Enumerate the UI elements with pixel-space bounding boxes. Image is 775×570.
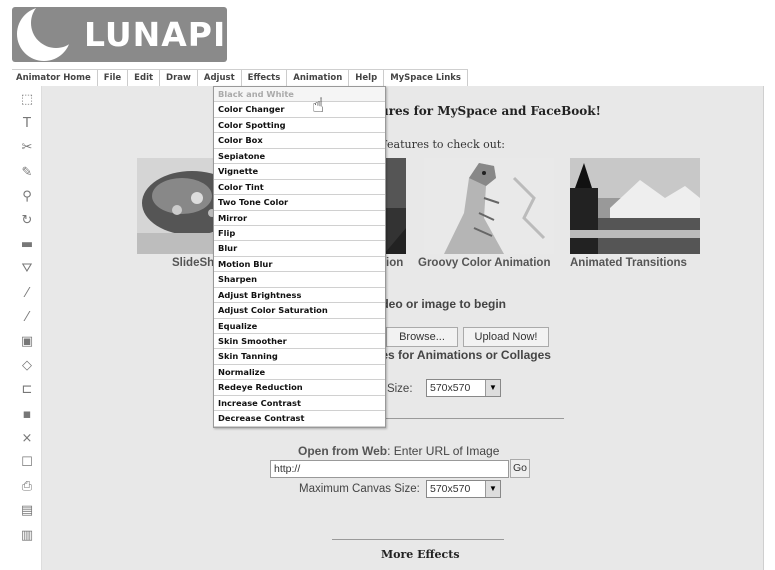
multiple-files-label: ies for Animations or Collages — [378, 348, 551, 362]
menu-item-motion-blur[interactable]: Motion Blur — [214, 257, 385, 273]
menu-edit[interactable]: Edit — [128, 70, 161, 86]
browse-button[interactable]: Browse... — [386, 327, 458, 347]
menu-item-adjust-brightness[interactable]: Adjust Brightness — [214, 288, 385, 304]
menu-item-color-spotting[interactable]: Color Spotting — [214, 118, 385, 134]
adjust-dropdown-menu: Black and White Color Changer Color Spotti… — [213, 86, 386, 428]
upload-now-button[interactable]: Upload Now! — [463, 327, 549, 347]
max-canvas-size-label: Maximum Canvas Size: — [299, 483, 420, 495]
paint-bucket-tool-icon[interactable]: ⛛ — [19, 261, 35, 277]
close-tool-icon[interactable]: × — [19, 431, 35, 447]
menu-item-color-tint[interactable]: Color Tint — [214, 180, 385, 196]
open-from-web-label: Open from Web: Enter URL of Image — [298, 444, 500, 458]
menu-item-black-and-white[interactable]: Black and White — [214, 87, 385, 103]
go-button[interactable]: Go — [510, 459, 530, 478]
slideshow-caption[interactable]: SlideSh — [172, 257, 214, 269]
menu-effects[interactable]: Effects — [242, 70, 288, 86]
paste-tool-icon[interactable]: ▤ — [19, 503, 35, 519]
url-input[interactable]: http:// — [270, 460, 509, 478]
divider — [378, 418, 564, 419]
menu-item-decrease-contrast[interactable]: Decrease Contrast — [214, 411, 385, 427]
copy-tool-icon[interactable]: ▥ — [19, 528, 35, 544]
animation-thumbnail[interactable] — [384, 158, 406, 254]
menu-draw[interactable]: Draw — [160, 70, 198, 86]
menu-item-blur[interactable]: Blur — [214, 241, 385, 257]
features-text: Features to check out: — [380, 138, 505, 151]
canvas-size-select[interactable]: 570x570 ▼ — [426, 379, 501, 397]
menu-animation[interactable]: Animation — [287, 70, 350, 86]
menu-item-two-tone-color[interactable]: Two Tone Color — [214, 195, 385, 211]
menu-item-vignette[interactable]: Vignette — [214, 164, 385, 180]
menu-item-color-changer[interactable]: Color Changer — [214, 102, 385, 118]
menu-item-sepiatone[interactable]: Sepiatone — [214, 149, 385, 165]
animated-transitions-caption[interactable]: Animated Transitions — [570, 257, 687, 269]
menu-help[interactable]: Help — [349, 70, 385, 86]
menu-item-skin-smoother[interactable]: Skin Smoother — [214, 334, 385, 350]
menu-file[interactable]: File — [98, 70, 129, 86]
menu-item-mirror[interactable]: Mirror — [214, 211, 385, 226]
menu-item-redeye-reduction[interactable]: Redeye Reduction — [214, 380, 385, 396]
menu-item-normalize[interactable]: Normalize — [214, 365, 385, 381]
menu-item-increase-contrast[interactable]: Increase Contrast — [214, 396, 385, 412]
open-tool-icon[interactable]: ⊏ — [19, 382, 35, 398]
divider — [332, 539, 504, 540]
marquee-select-icon[interactable]: ⬚ — [19, 92, 35, 108]
animation-caption[interactable]: ion — [386, 257, 403, 269]
logo-text: LUNAPIC — [84, 15, 227, 54]
menu-adjust[interactable]: Adjust — [198, 70, 242, 86]
eyedropper-tool-icon[interactable]: ⁄ — [19, 286, 35, 302]
menu-bar: Animator Home File Edit Draw Adjust Effe… — [12, 69, 468, 86]
page-heading: ures for MySpace and FaceBook! — [380, 104, 601, 118]
text-tool-icon[interactable]: T — [19, 116, 35, 132]
zoom-tool-icon[interactable]: ⚲ — [19, 189, 35, 205]
groovy-color-thumbnail[interactable] — [424, 158, 554, 254]
menu-myspace-links[interactable]: MySpace Links — [384, 70, 468, 86]
max-canvas-size-select[interactable]: 570x570 ▼ — [426, 480, 501, 498]
menu-item-flip[interactable]: Flip — [214, 226, 385, 242]
header: LUNAPIC — [0, 0, 775, 68]
rotate-tool-icon[interactable]: ↻ — [19, 213, 35, 229]
frames-tool-icon[interactable]: ▣ — [19, 334, 35, 350]
groovy-color-caption[interactable]: Groovy Color Animation — [418, 257, 550, 269]
brush-tool-icon[interactable]: ⁄ — [19, 310, 35, 326]
animated-transitions-thumbnail[interactable] — [570, 158, 700, 254]
print-tool-icon[interactable]: ⎙ — [19, 479, 35, 495]
eraser-tool-icon[interactable]: ◇ — [19, 358, 35, 374]
menu-item-sharpen[interactable]: Sharpen — [214, 272, 385, 288]
lunapic-logo[interactable]: LUNAPIC — [12, 7, 227, 62]
menu-item-color-box[interactable]: Color Box — [214, 133, 385, 149]
menu-animator-home[interactable]: Animator Home — [12, 70, 98, 86]
upload-label: ideo or image to begin — [378, 297, 507, 311]
chevron-down-icon: ▼ — [485, 481, 500, 497]
menu-item-adjust-color-saturation[interactable]: Adjust Color Saturation — [214, 303, 385, 319]
menu-item-equalize[interactable]: Equalize — [214, 319, 385, 334]
tool-sidebar: ⬚ T ✂ ✎ ⚲ ↻ ▬ ⛛ ⁄ ⁄ ▣ ◇ ⊏ ▪ × ☐ ⎙ ▤ ▥ — [13, 86, 42, 570]
fill-rect-tool-icon[interactable]: ▬ — [19, 237, 35, 253]
pencil-tool-icon[interactable]: ✎ — [19, 165, 35, 181]
more-effects-heading: More Effects — [381, 548, 460, 561]
new-page-tool-icon[interactable]: ☐ — [19, 455, 35, 471]
menu-item-skin-tanning[interactable]: Skin Tanning — [214, 349, 385, 365]
scissors-tool-icon[interactable]: ✂ — [19, 140, 35, 156]
save-tool-icon[interactable]: ▪ — [19, 407, 35, 423]
hand-cursor-icon: ☝ — [312, 93, 325, 117]
chevron-down-icon: ▼ — [485, 380, 500, 396]
